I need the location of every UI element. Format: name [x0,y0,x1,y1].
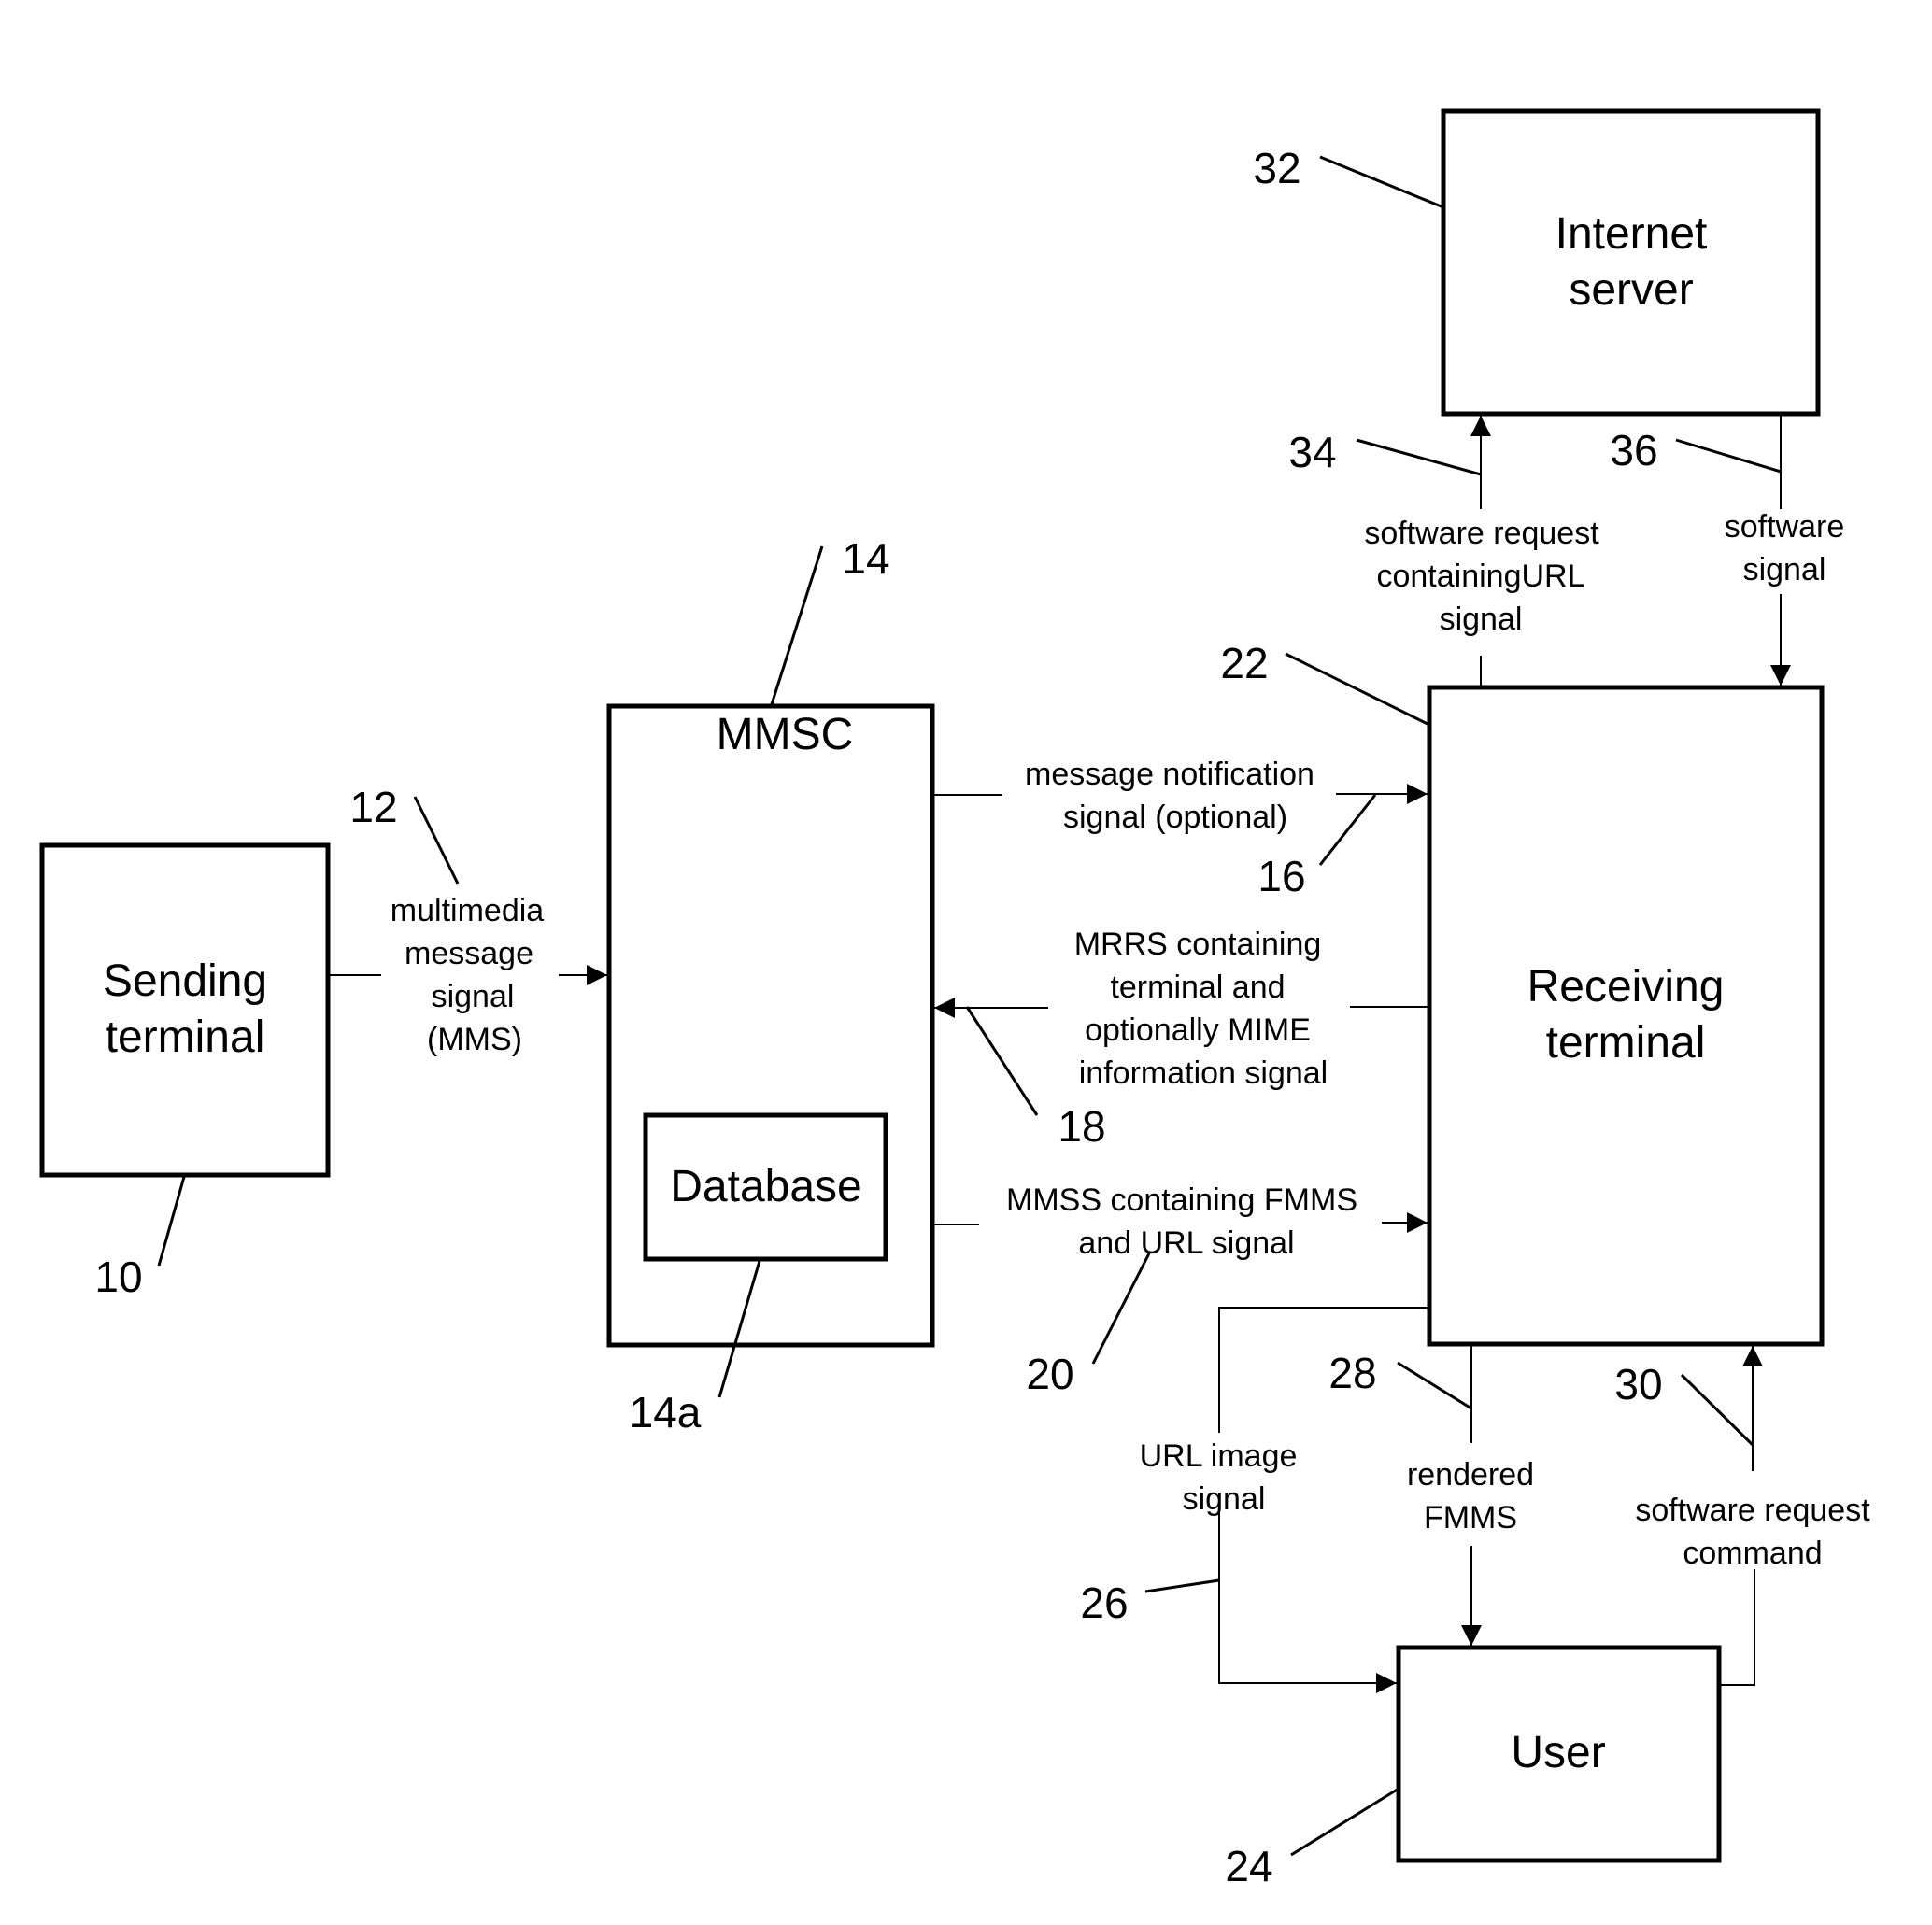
url-image-signal-label: URL image signal [1140,1438,1298,1517]
mmss-connector [934,1212,1428,1233]
url-image-label-line1: URL image [1140,1438,1298,1474]
ref-14a-label: 14a [630,1388,702,1437]
ref-20: 20 [1026,1253,1151,1398]
database-label: Database [670,1162,861,1211]
sw-request-url-label-line2: containingURL [1376,559,1584,594]
sw-request-command-signal-label: software request command [1635,1493,1870,1571]
ref-24-label: 24 [1225,1842,1272,1890]
mms-label-line2: message [405,936,533,971]
receiving-terminal-label-line2: terminal [1546,1018,1706,1068]
ref-22: 22 [1220,639,1428,726]
database-block: Database [643,1112,888,1262]
ref-20-label: 20 [1026,1350,1073,1398]
sw-request-url-signal-label: software request containingURL signal [1364,516,1599,637]
ref-28: 28 [1328,1349,1472,1410]
notification-label-line1: message notification [1025,757,1314,792]
notification-connector [934,784,1428,804]
ref-26-label: 26 [1080,1578,1128,1627]
internet-server-label-line1: Internet [1556,209,1708,259]
mrrs-label-line2: terminal and [1110,970,1285,1005]
sw-request-url-label-line3: signal [1440,602,1523,637]
internet-server-block: Internet server [1441,108,1821,417]
software-signal-label: software signal [1725,509,1845,587]
mms-label-line3: signal [432,979,515,1014]
mms-label-line1: multimedia [391,893,544,928]
mms-label-line4: (MMS) [427,1022,522,1057]
rendered-fmms-signal-label: rendered FMMS [1407,1457,1534,1536]
ref-10-label: 10 [94,1253,142,1301]
mmsc-label: MMSC [717,710,854,759]
sw-request-command-label-line1: software request [1635,1493,1870,1528]
ref-24: 24 [1225,1787,1399,1890]
sending-terminal-block: Sending terminal [39,842,331,1178]
rendered-fmms-label-line2: FMMS [1424,1500,1517,1536]
ref-26: 26 [1080,1578,1220,1627]
sw-request-command-label-line2: command [1683,1536,1822,1571]
ref-16-label: 16 [1257,852,1305,900]
mrrs-connector [934,998,1428,1018]
receiving-terminal-block: Receiving terminal [1427,685,1825,1347]
url-image-label-line2: signal [1183,1481,1266,1517]
mms-signal-label: multimedia message signal (MMS) [391,893,544,1057]
ref-36-label: 36 [1610,426,1657,474]
ref-36: 36 [1610,426,1782,474]
ref-18-label: 18 [1058,1102,1105,1151]
ref-10: 10 [94,1176,186,1301]
sending-terminal-label-line1: Sending [103,956,267,1006]
software-signal-label-line2: signal [1743,552,1826,587]
mmss-label-line2: and URL signal [1078,1225,1294,1261]
mrrs-label-line1: MRRS containing [1074,927,1322,962]
sending-terminal-label-line2: terminal [106,1012,265,1062]
ref-22-label: 22 [1220,639,1268,687]
mrrs-label-line3: optionally MIME [1085,1012,1311,1048]
ref-14-label: 14 [842,534,889,583]
internet-server-label-line2: server [1569,265,1693,315]
notification-signal-label: message notification signal (optional) [1025,757,1314,835]
software-signal-label-line1: software [1725,509,1845,545]
ref-30: 30 [1614,1360,1754,1447]
rendered-fmms-label-line1: rendered [1407,1457,1534,1493]
ref-34-label: 34 [1288,428,1336,476]
ref-30-label: 30 [1614,1360,1662,1408]
ref-32-label: 32 [1253,144,1300,192]
ref-34: 34 [1288,428,1482,476]
ref-32: 32 [1253,144,1444,209]
user-block: User [1396,1645,1722,1863]
notification-label-line2: signal (optional) [1063,800,1287,835]
ref-28-label: 28 [1328,1349,1376,1397]
ref-12: 12 [349,783,460,885]
mmss-label-line1: MMSS containing FMMS [1006,1182,1357,1218]
receiving-terminal-label-line1: Receiving [1527,962,1725,1012]
mrrs-label-line4: information signal [1079,1055,1328,1091]
mms-system-diagram: Sending terminal MMSC Database Receiving… [39,108,1870,1890]
mmss-signal-label: MMSS containing FMMS and URL signal [1006,1182,1357,1261]
sw-request-url-label-line1: software request [1364,516,1599,551]
ref-12-label: 12 [349,783,397,831]
user-label: User [1511,1728,1605,1777]
ref-14: 14 [770,534,890,705]
mrrs-signal-label: MRRS containing terminal and optionally … [1074,927,1328,1091]
